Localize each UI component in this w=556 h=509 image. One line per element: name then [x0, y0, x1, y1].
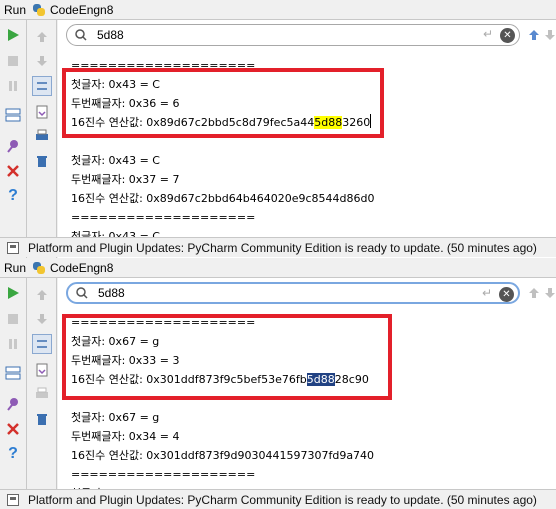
clear-search-icon[interactable]: ✕ — [500, 28, 515, 43]
pause-icon[interactable] — [4, 335, 22, 353]
search-prev-icon[interactable] — [527, 28, 541, 42]
soft-wrap-icon[interactable] — [32, 76, 52, 96]
update-icon — [7, 494, 19, 506]
enter-icon: ↵ — [481, 286, 492, 300]
python-icon — [32, 3, 46, 17]
status-text[interactable]: Platform and Plugin Updates: PyCharm Com… — [28, 493, 537, 507]
search-next-icon[interactable] — [543, 28, 556, 42]
enter-icon: ↵ — [482, 27, 493, 41]
console-output[interactable]: 5d88 ↵ ✕ ==================== 첫글자: 0x43 … — [58, 20, 556, 258]
run-config-tab[interactable]: CodeEngn8 — [50, 3, 113, 17]
output-line: 16진수 연산값: 0x89d67c2bbd64b464020e9c8544d8… — [71, 192, 375, 205]
run-title-bar: Run CodeEngn8 — [0, 258, 556, 278]
run-title-bar: Run CodeEngn8 — [0, 0, 556, 20]
scroll-to-end-icon[interactable] — [32, 102, 52, 122]
output-toolbar — [27, 278, 57, 509]
down-arrow-icon[interactable] — [32, 51, 52, 71]
help-icon[interactable]: ? — [4, 445, 22, 463]
close-icon[interactable] — [4, 420, 22, 438]
output-line: 두번째글자: 0x37 = 7 — [71, 173, 180, 186]
search-query: 5d88 — [98, 286, 125, 300]
rerun-icon[interactable] — [4, 284, 22, 302]
search-next-icon[interactable] — [543, 286, 556, 300]
output-line: 첫글자: 0x43 = C — [71, 154, 160, 167]
run-toolbar: ? — [0, 20, 27, 258]
up-arrow-icon[interactable] — [32, 285, 52, 305]
layout-icon[interactable] — [4, 106, 22, 124]
run-config-tab[interactable]: CodeEngn8 — [50, 261, 113, 275]
run-toolbar: ? — [0, 278, 27, 509]
pin-icon[interactable] — [4, 137, 22, 155]
help-icon[interactable]: ? — [4, 187, 22, 205]
output-line: 첫글자: 0x67 = g — [71, 411, 160, 424]
pin-icon[interactable] — [4, 395, 22, 413]
output-line: 두번째글자: 0x34 = 4 — [71, 430, 180, 443]
python-icon — [32, 261, 46, 275]
trash-icon[interactable] — [32, 409, 52, 429]
trash-icon[interactable] — [32, 151, 52, 171]
search-field[interactable]: 5d88 ↵ ✕ — [66, 282, 520, 304]
output-line: ==================== — [71, 468, 256, 481]
search-prev-icon[interactable] — [527, 286, 541, 300]
console-output[interactable]: 5d88 ↵ ✕ ==================== 첫글자: 0x67 … — [58, 278, 556, 509]
run-label: Run — [4, 260, 27, 275]
close-icon[interactable] — [4, 162, 22, 180]
rerun-icon[interactable] — [4, 26, 22, 44]
stop-icon[interactable] — [4, 310, 22, 328]
stop-icon[interactable] — [4, 52, 22, 70]
search-icon — [75, 29, 87, 41]
search-query: 5d88 — [97, 28, 124, 42]
highlight-box — [62, 68, 384, 138]
output-line: 16진수 연산값: 0x301ddf873f9d9030441597307fd9… — [71, 449, 375, 462]
status-text[interactable]: Platform and Plugin Updates: PyCharm Com… — [28, 241, 537, 255]
status-bar: Platform and Plugin Updates: PyCharm Com… — [0, 489, 556, 509]
search-field[interactable]: 5d88 ↵ ✕ — [66, 24, 520, 46]
print-icon[interactable] — [32, 126, 52, 146]
scroll-to-end-icon[interactable] — [32, 360, 52, 380]
layout-icon[interactable] — [4, 364, 22, 382]
output-toolbar — [27, 20, 57, 258]
status-bar: Platform and Plugin Updates: PyCharm Com… — [0, 237, 556, 257]
highlight-box — [62, 314, 392, 400]
up-arrow-icon[interactable] — [32, 27, 52, 47]
clear-search-icon[interactable]: ✕ — [499, 287, 514, 302]
run-panel-bottom: Run CodeEngn8 ? 5d88 ↵ ✕ ===============… — [0, 258, 556, 509]
soft-wrap-icon[interactable] — [32, 334, 52, 354]
run-label: Run — [4, 2, 27, 17]
search-icon — [76, 287, 88, 299]
pause-icon[interactable] — [4, 77, 22, 95]
run-panel-top: Run CodeEngn8 ? 5d88 ↵ ✕ ===============… — [0, 0, 556, 258]
print-icon[interactable] — [32, 384, 52, 404]
down-arrow-icon[interactable] — [32, 309, 52, 329]
update-icon — [7, 242, 19, 254]
output-line: ==================== — [71, 211, 256, 224]
